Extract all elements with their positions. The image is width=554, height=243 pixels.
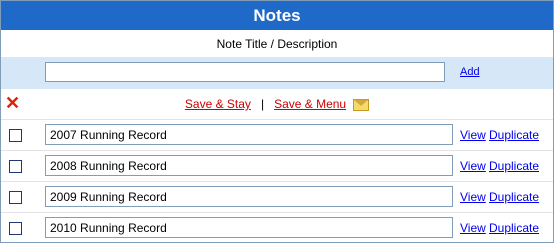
note-title-field[interactable]: 2010 Running Record <box>45 217 453 238</box>
note-checkbox[interactable] <box>9 191 22 204</box>
note-title-field[interactable]: 2007 Running Record <box>45 124 453 145</box>
column-header: Note Title / Description <box>1 30 553 57</box>
note-row: 2008 Running Record View Duplicate <box>1 150 553 181</box>
note-checkbox[interactable] <box>9 129 22 142</box>
note-checkbox[interactable] <box>9 160 22 173</box>
save-and-stay-link[interactable]: Save & Stay <box>185 97 251 111</box>
note-row: 2007 Running Record View Duplicate <box>1 119 553 150</box>
actions-bar: ✕ Save & Stay | Save & Menu <box>1 89 553 119</box>
view-link[interactable]: View <box>460 128 486 142</box>
note-title-field[interactable]: 2009 Running Record <box>45 186 453 207</box>
new-note-title-input[interactable] <box>45 62 445 82</box>
duplicate-link[interactable]: Duplicate <box>489 190 539 204</box>
note-row: 2009 Running Record View Duplicate <box>1 181 553 212</box>
envelope-icon[interactable] <box>353 99 370 111</box>
delete-icon[interactable]: ✕ <box>5 93 20 114</box>
panel-title: Notes <box>1 1 553 30</box>
view-link[interactable]: View <box>460 190 486 204</box>
note-checkbox[interactable] <box>9 222 22 235</box>
duplicate-link[interactable]: Duplicate <box>489 221 539 235</box>
action-separator: | <box>260 97 265 111</box>
duplicate-link[interactable]: Duplicate <box>489 128 539 142</box>
notes-panel: Notes Note Title / Description Add ✕ Sav… <box>0 0 554 243</box>
note-row: 2010 Running Record View Duplicate <box>1 212 553 242</box>
save-and-menu-link[interactable]: Save & Menu <box>274 97 346 111</box>
view-link[interactable]: View <box>460 221 486 235</box>
note-title-field[interactable]: 2008 Running Record <box>45 155 453 176</box>
duplicate-link[interactable]: Duplicate <box>489 159 539 173</box>
new-note-row: Add <box>1 57 553 89</box>
view-link[interactable]: View <box>460 159 486 173</box>
add-link[interactable]: Add <box>460 66 480 78</box>
